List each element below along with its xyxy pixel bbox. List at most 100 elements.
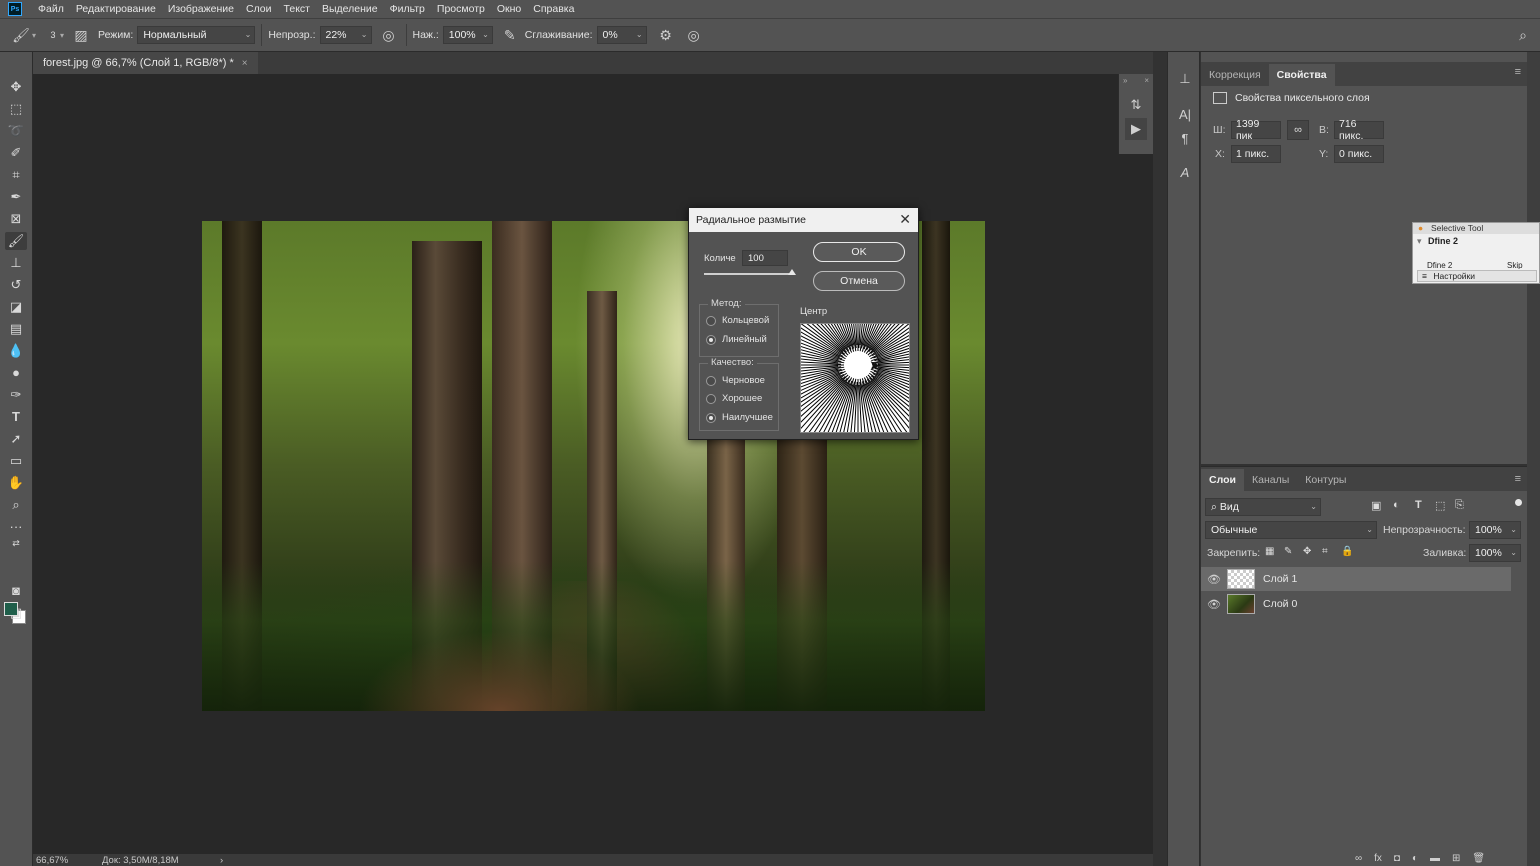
- type-tool-icon[interactable]: T: [5, 408, 27, 426]
- menu-image[interactable]: Изображение: [162, 3, 240, 15]
- panel-menu-icon[interactable]: ≡: [1515, 473, 1521, 485]
- play-icon[interactable]: ▶: [1125, 118, 1147, 140]
- radio-icon[interactable]: [706, 393, 716, 404]
- link-icon[interactable]: ∞: [1287, 120, 1309, 140]
- frame-tool-icon[interactable]: ⊠: [5, 210, 27, 228]
- brush-size-label[interactable]: 3: [46, 30, 60, 40]
- close-icon[interactable]: ✕: [899, 211, 911, 228]
- airbrush-icon[interactable]: ✎: [499, 27, 521, 44]
- tab-channels[interactable]: Каналы: [1244, 469, 1297, 491]
- swap-colors-icon[interactable]: ⇄: [5, 534, 27, 552]
- crop-tool-icon[interactable]: ⌗: [5, 166, 27, 184]
- zoom-tool-icon[interactable]: ⌕: [5, 496, 27, 514]
- gear-icon[interactable]: ⚙: [655, 27, 677, 44]
- trash-icon[interactable]: 🗑: [1472, 853, 1485, 864]
- blur-center-preview[interactable]: ➤: [800, 323, 910, 433]
- selective-sub-left[interactable]: Dfine 2: [1421, 261, 1507, 269]
- canvas-area[interactable]: [33, 74, 1153, 854]
- y-field[interactable]: 0 пикс.: [1334, 145, 1384, 163]
- move-tool-icon[interactable]: ✥: [5, 78, 27, 96]
- filter-smart-icon[interactable]: ⎘: [1455, 499, 1464, 512]
- x-field[interactable]: 1 пикс.: [1231, 145, 1281, 163]
- menu-window[interactable]: Окно: [491, 3, 527, 15]
- selective-settings-button[interactable]: ≡ Настройки: [1417, 270, 1537, 282]
- blend-mode-select[interactable]: Обычные ⌄: [1205, 521, 1377, 539]
- chevron-down-icon[interactable]: ▾: [60, 31, 64, 40]
- menu-view[interactable]: Просмотр: [431, 3, 491, 15]
- layer-name[interactable]: Слой 1: [1263, 573, 1297, 585]
- zoom-level[interactable]: 66,67%: [36, 855, 102, 866]
- swap-panel-icon[interactable]: ⇅: [1125, 94, 1147, 116]
- close-icon[interactable]: ×: [1144, 76, 1149, 85]
- brush-tool-preset-icon[interactable]: 🖌: [10, 27, 32, 44]
- selective-tool-item[interactable]: ▾ Dfine 2: [1413, 234, 1539, 249]
- menu-help[interactable]: Справка: [527, 3, 580, 15]
- menu-filter[interactable]: Фильтр: [384, 3, 431, 15]
- filter-pixel-icon[interactable]: ▣: [1371, 499, 1381, 512]
- marquee-tool-icon[interactable]: ⬚: [5, 100, 27, 118]
- tab-adjustments[interactable]: Коррекция: [1201, 64, 1269, 86]
- height-field[interactable]: 716 пикс.: [1334, 118, 1384, 142]
- selective-sub-right[interactable]: Skip: [1507, 261, 1537, 269]
- dialog-title-bar[interactable]: Радиальное размытие ✕: [689, 208, 918, 232]
- lock-position-icon[interactable]: ✥: [1303, 546, 1311, 557]
- method-spin-option[interactable]: Кольцевой: [706, 315, 769, 326]
- radio-icon[interactable]: [706, 315, 716, 326]
- menu-file[interactable]: Файл: [32, 3, 70, 15]
- layer-row[interactable]: 👁 Слой 0: [1201, 592, 1511, 616]
- filter-adjustment-icon[interactable]: ◐: [1393, 499, 1400, 511]
- stamp-tool-icon[interactable]: ⊥: [5, 254, 27, 272]
- quality-draft-option[interactable]: Черновое: [706, 375, 765, 386]
- new-group-icon[interactable]: ▬: [1430, 853, 1440, 864]
- search-icon[interactable]: ⌕: [1512, 27, 1534, 44]
- filter-toggle-icon[interactable]: [1515, 499, 1522, 506]
- quality-good-option[interactable]: Хорошее: [706, 393, 762, 404]
- link-layers-icon[interactable]: ∞: [1355, 853, 1362, 864]
- lock-transparency-icon[interactable]: ▦: [1265, 546, 1274, 557]
- history-brush-tool-icon[interactable]: ↺: [5, 276, 27, 294]
- selective-tool-title[interactable]: ● Selective Tool: [1413, 223, 1539, 234]
- amount-field[interactable]: 100: [742, 250, 788, 266]
- width-field[interactable]: 1399 пик: [1231, 118, 1281, 142]
- eye-icon[interactable]: 👁: [1201, 573, 1227, 586]
- opacity-field[interactable]: 22% ⌄: [319, 26, 372, 44]
- lock-all-icon[interactable]: 🔒: [1341, 546, 1353, 557]
- fill-field[interactable]: 100% ⌄: [1469, 544, 1521, 562]
- fx-icon[interactable]: fx: [1374, 853, 1382, 864]
- path-select-tool-icon[interactable]: ➚: [5, 430, 27, 448]
- tab-paths[interactable]: Контуры: [1297, 469, 1354, 491]
- clone-source-icon[interactable]: ⊥: [1174, 68, 1196, 90]
- chevron-down-icon[interactable]: ▾: [32, 31, 36, 40]
- glyphs-icon[interactable]: A: [1174, 162, 1196, 184]
- add-mask-icon[interactable]: ◘: [1394, 853, 1400, 864]
- pen-tool-icon[interactable]: ✑: [5, 386, 27, 404]
- dodge-tool-icon[interactable]: ●: [5, 364, 27, 382]
- character-icon[interactable]: A|: [1174, 104, 1196, 126]
- eraser-tool-icon[interactable]: ◪: [5, 298, 27, 316]
- status-arrow-icon[interactable]: ›: [220, 855, 223, 866]
- photoshop-logo-icon[interactable]: Ps: [8, 2, 22, 16]
- eyedropper-tool-icon[interactable]: ✒: [5, 188, 27, 206]
- new-layer-icon[interactable]: ⊞: [1452, 853, 1460, 864]
- smoothing-field[interactable]: 0% ⌄: [596, 26, 647, 44]
- menu-select[interactable]: Выделение: [316, 3, 384, 15]
- rectangle-tool-icon[interactable]: ▭: [5, 452, 27, 470]
- amount-slider-thumb[interactable]: [788, 269, 796, 275]
- quality-best-option[interactable]: Наилучшее: [706, 412, 773, 423]
- menu-type[interactable]: Текст: [278, 3, 316, 15]
- filter-shape-icon[interactable]: ⬚: [1435, 499, 1445, 512]
- panel-menu-icon[interactable]: ≡: [1515, 66, 1521, 78]
- ok-button[interactable]: OK: [813, 242, 905, 262]
- mode-select[interactable]: Нормальный ⌄: [137, 26, 256, 44]
- menu-edit[interactable]: Редактирование: [70, 3, 162, 15]
- blur-tool-icon[interactable]: 💧: [5, 342, 27, 360]
- tab-layers[interactable]: Слои: [1201, 469, 1244, 491]
- menu-layers[interactable]: Слои: [240, 3, 278, 15]
- lock-pixels-icon[interactable]: ✎: [1284, 546, 1292, 557]
- gradient-tool-icon[interactable]: ▤: [5, 320, 27, 338]
- paragraph-icon[interactable]: ¶: [1174, 128, 1196, 150]
- brush-tool-icon[interactable]: 🖌: [5, 232, 27, 250]
- brush-settings-panel-icon[interactable]: ▨: [70, 27, 92, 44]
- foreground-color-swatch[interactable]: [4, 602, 18, 616]
- filter-type-icon[interactable]: T: [1415, 499, 1422, 511]
